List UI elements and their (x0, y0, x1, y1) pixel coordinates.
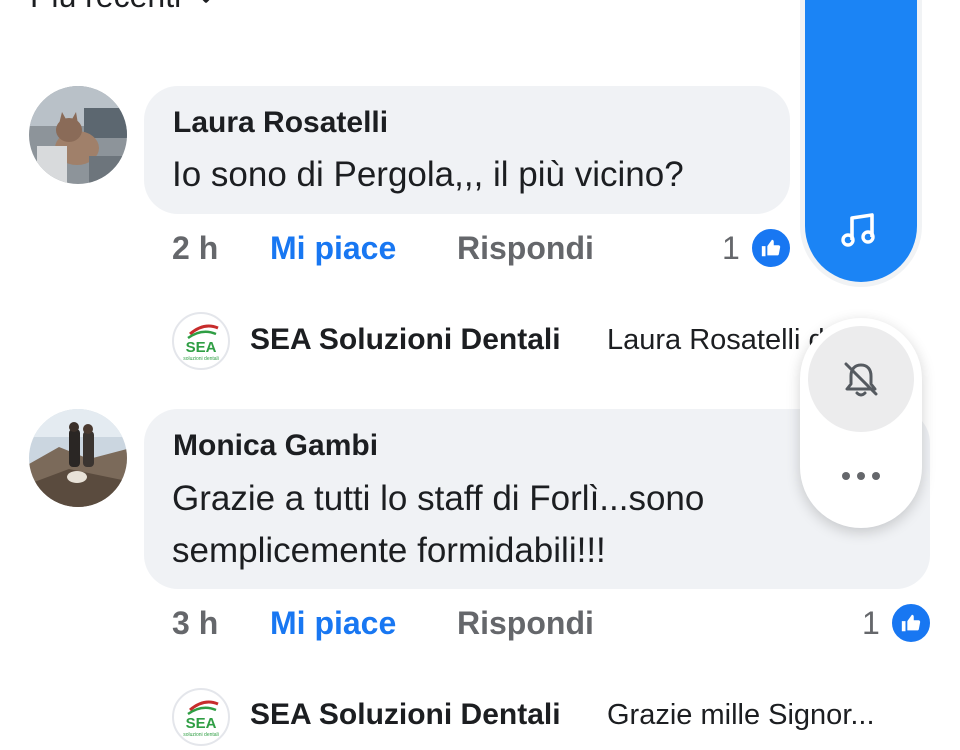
comment-text: Io sono di Pergola,,, il più vicino? (172, 155, 684, 194)
sort-label: Più recenti (30, 0, 181, 15)
comment-text-line-2: semplicemente formidabili!!! (172, 531, 606, 570)
mute-notifications-button[interactable] (808, 326, 914, 432)
like-button[interactable]: Mi piace (270, 230, 396, 267)
reply-page-name[interactable]: SEA Soluzioni Dentali (250, 698, 561, 732)
comment-time: 2 h (172, 230, 219, 266)
chevron-down-icon (203, 0, 210, 3)
reaction-count[interactable]: 1 (722, 230, 740, 267)
comment-text-line-1: Grazie a tutti lo staff di Forlì...sono (172, 479, 705, 518)
bell-off-icon (844, 362, 878, 397)
comment-author[interactable]: Monica Gambi (173, 429, 378, 463)
logo-subtext: soluzioni dentali (183, 732, 219, 738)
avatar[interactable] (29, 86, 127, 184)
reaction-count[interactable]: 1 (862, 605, 880, 642)
like-icon[interactable] (750, 227, 792, 269)
like-button[interactable]: Mi piace (270, 605, 396, 642)
comment-author[interactable]: Laura Rosatelli (173, 106, 388, 140)
page-logo[interactable]: SEA soluzioni dentali (172, 688, 230, 746)
logo-subtext: soluzioni dentali (183, 356, 219, 362)
reply-button[interactable]: Rispondi (457, 605, 594, 642)
reply-page-name[interactable]: SEA Soluzioni Dentali (250, 323, 561, 357)
like-icon[interactable] (890, 602, 932, 644)
more-icon[interactable] (830, 456, 892, 496)
avatar[interactable] (29, 409, 127, 507)
reply-button[interactable]: Rispondi (457, 230, 594, 267)
comment-time: 3 h (172, 605, 219, 641)
reply-preview-text[interactable]: Grazie mille Signor... (607, 699, 875, 732)
page-logo[interactable]: SEA soluzioni dentali (172, 312, 230, 370)
logo-text: SEA (186, 715, 217, 732)
music-note-icon[interactable] (836, 206, 884, 259)
sort-dropdown[interactable]: Più recenti (30, 0, 217, 15)
logo-text: SEA (186, 339, 217, 356)
